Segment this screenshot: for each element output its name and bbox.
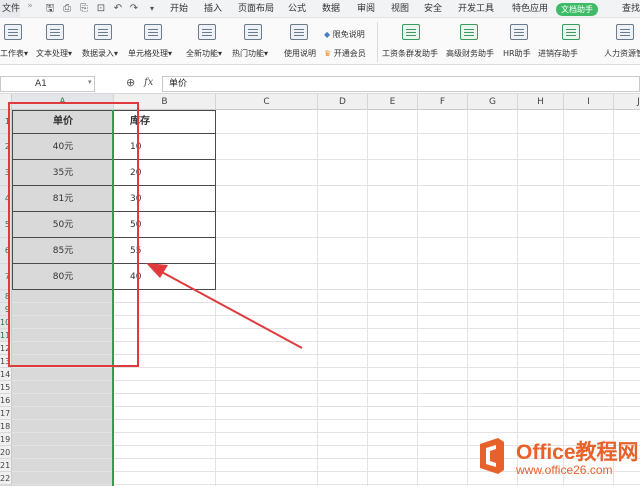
quick-access-dropdown-icon[interactable]: ▾ (146, 3, 158, 15)
hr-management-button[interactable]: 人力资源管 (604, 48, 640, 59)
row-header-16[interactable]: 16 (0, 394, 12, 407)
column-header-e[interactable]: E (368, 94, 418, 110)
column-header-g[interactable]: G (468, 94, 518, 110)
tab-developer[interactable]: 开发工具 (458, 0, 494, 18)
hr-management-icon[interactable] (616, 24, 634, 40)
watermark-title: Office教程网 (516, 441, 639, 464)
column-header-i[interactable]: I (564, 94, 614, 110)
row-header-19[interactable]: 19 (0, 433, 12, 446)
table-border-v (215, 110, 216, 290)
open-membership-link[interactable]: ♛ 开通会员 (324, 48, 366, 59)
formula-bar: A1 ▾ ⊕ fx 单价 (0, 75, 640, 94)
row-header-15[interactable]: 15 (0, 381, 12, 394)
column-header-d[interactable]: D (318, 94, 368, 110)
redo-icon[interactable]: ↷ (128, 3, 140, 15)
print-icon[interactable]: ⎘ (78, 3, 90, 15)
worksheet-button[interactable]: 工作表▾ (0, 48, 28, 59)
menu-expand-icon[interactable]: » (24, 0, 36, 12)
ribbon-toolbar: 工作表▾ 文本处理▾ 数据录入▾ 单元格处理▾ 全新功能▾ 热门功能▾ 使用说明… (0, 18, 640, 65)
text-processing-button[interactable]: 文本处理▾ (36, 48, 72, 59)
name-box-dropdown-icon[interactable]: ▾ (88, 78, 92, 86)
finance-assistant-icon[interactable] (460, 24, 478, 40)
undo-icon[interactable]: ↶ (112, 3, 124, 15)
worksheet-label: 工作表 (0, 49, 24, 58)
finance-assistant-button[interactable]: 高级财务助手 (446, 48, 494, 59)
data-entry-label: 数据录入 (82, 49, 114, 58)
file-menu[interactable]: 文件 (0, 0, 20, 18)
popular-features-icon[interactable] (244, 24, 262, 40)
free-limit-label: 限免说明 (332, 30, 365, 39)
worksheet-icon[interactable] (4, 24, 22, 40)
print-preview-icon[interactable]: ⎙ (61, 3, 73, 15)
grid-column-line (367, 110, 368, 486)
save-icon[interactable]: 🖫 (44, 3, 56, 15)
instructions-icon[interactable] (290, 24, 308, 40)
column-header-f[interactable]: F (418, 94, 468, 110)
tab-insert[interactable]: 插入 (204, 0, 222, 18)
office26-watermark: Office教程网 www.office26.com (474, 430, 640, 486)
ribbon-separator (377, 22, 378, 62)
column-header-c[interactable]: C (216, 94, 318, 110)
row-header-14[interactable]: 14 (0, 368, 12, 381)
tab-security[interactable]: 安全 (424, 0, 442, 18)
row-header-22[interactable]: 22 (0, 472, 12, 485)
annotation-highlight-box (8, 102, 139, 367)
tab-features[interactable]: 特色应用 (512, 0, 548, 18)
cell-processing-icon[interactable] (144, 24, 162, 40)
tag-icon: ◆ (324, 30, 331, 39)
data-entry-button[interactable]: 数据录入▾ (82, 48, 118, 59)
name-box[interactable]: A1 (0, 76, 95, 92)
grid-column-line (317, 110, 318, 486)
search-menu[interactable]: 查找 (622, 0, 640, 18)
popular-features-button[interactable]: 热门功能▾ (232, 48, 268, 59)
tab-page-layout[interactable]: 页面布局 (238, 0, 274, 18)
tab-data[interactable]: 数据 (322, 0, 340, 18)
new-features-label: 全新功能 (186, 49, 218, 58)
row-header-17[interactable]: 17 (0, 407, 12, 420)
inventory-assistant-icon[interactable] (562, 24, 580, 40)
new-features-icon[interactable] (198, 24, 216, 40)
text-processing-label: 文本处理 (36, 49, 68, 58)
tab-home[interactable]: 开始 (170, 0, 188, 18)
watermark-url: www.office26.com (516, 463, 613, 477)
text-processing-icon[interactable] (46, 24, 64, 40)
instructions-button[interactable]: 使用说明 (284, 48, 316, 59)
crown-icon: ♛ (324, 49, 332, 58)
tab-review[interactable]: 审阅 (357, 0, 375, 18)
cell-processing-button[interactable]: 单元格处理▾ (128, 48, 172, 59)
data-entry-icon[interactable] (94, 24, 112, 40)
spreadsheet-grid[interactable]: ABCDEFGHIJ 1 2 3 4 5 6 7 8 9 10 11 12 13 14 15 16 17 18 19… (0, 94, 640, 486)
tab-view[interactable]: 视图 (391, 0, 409, 18)
tab-doc-assistant[interactable]: 文档助手 (556, 3, 598, 16)
insert-function-button[interactable]: fx (144, 77, 153, 88)
column-header-j[interactable]: J (614, 94, 640, 110)
office-logo-icon (480, 438, 504, 474)
hr-assistant-button[interactable]: HR助手 (503, 48, 531, 59)
free-limit-link[interactable]: ◆ 限免说明 (324, 29, 365, 40)
payslip-assistant-button[interactable]: 工资条群发助手 (382, 48, 438, 59)
open-membership-label: 开通会员 (333, 49, 366, 58)
new-features-button[interactable]: 全新功能▾ (186, 48, 222, 59)
menu-bar: 文件 » 🖫 ⎙ ⎘ ⊡ ↶ ↷ ▾ 开始 插入 页面布局 公式 数据 审阅 视… (0, 0, 640, 18)
zoom-icon[interactable]: ⊕ (126, 77, 138, 89)
payslip-assistant-icon[interactable] (402, 24, 420, 40)
row-header-21[interactable]: 21 (0, 459, 12, 472)
row-header-20[interactable]: 20 (0, 446, 12, 459)
tab-formulas[interactable]: 公式 (288, 0, 306, 18)
formula-input[interactable]: 单价 (162, 76, 640, 92)
grid-column-line (467, 110, 468, 486)
export-pdf-icon[interactable]: ⊡ (95, 3, 107, 15)
grid-column-line (417, 110, 418, 486)
column-header-h[interactable]: H (518, 94, 564, 110)
row-header-18[interactable]: 18 (0, 420, 12, 433)
cell-processing-label: 单元格处理 (128, 49, 168, 58)
inventory-assistant-button[interactable]: 进销存助手 (538, 48, 578, 59)
hr-assistant-icon[interactable] (510, 24, 528, 40)
popular-features-label: 热门功能 (232, 49, 264, 58)
